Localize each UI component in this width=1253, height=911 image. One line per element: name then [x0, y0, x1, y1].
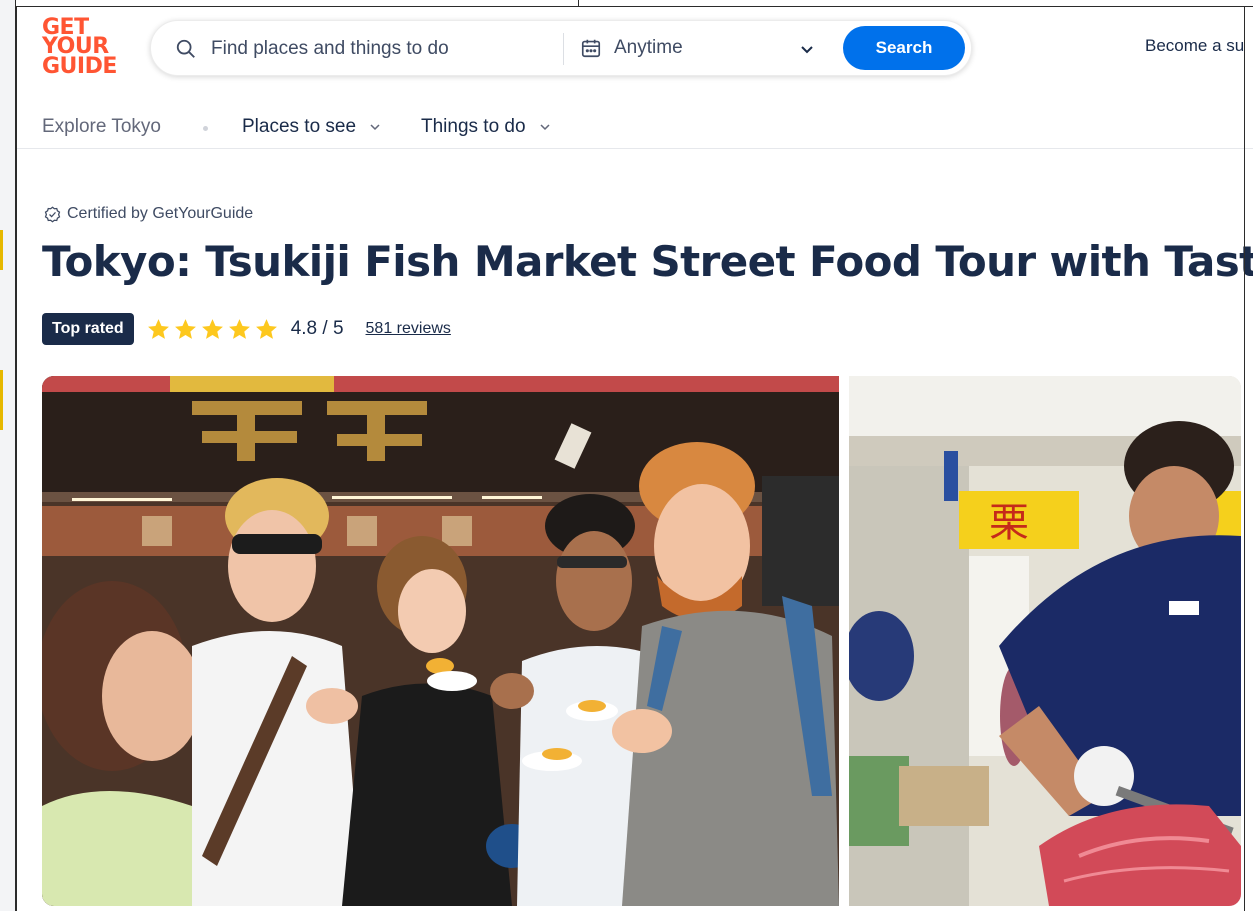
become-supplier-link[interactable]: Become a su: [1145, 36, 1244, 56]
certified-check-icon: [44, 205, 61, 223]
sub-navigation: Explore Tokyo Places to see Things to do: [17, 107, 1253, 149]
star-icon: [228, 318, 250, 339]
breadcrumb-separator: [203, 126, 208, 131]
browser-window: GET YOUR GUIDE Anytime: [16, 6, 1253, 911]
background-window-edge: [0, 0, 16, 911]
star-icon: [147, 318, 169, 339]
rating-value: 4.8 / 5: [290, 318, 344, 339]
window-right-border: [1244, 6, 1245, 911]
reviews-link[interactable]: 581 reviews: [366, 320, 451, 338]
search-icon: [176, 39, 195, 58]
nav-things-label: Things to do: [421, 116, 526, 137]
calendar-icon: [581, 39, 601, 58]
chef-cutting-tuna-photo: 栗: [849, 376, 1241, 906]
star-icon: [201, 318, 223, 339]
gallery-side-photo[interactable]: 栗: [849, 376, 1241, 906]
tour-group-photo: [42, 376, 839, 906]
nav-places-to-see[interactable]: Places to see: [242, 116, 381, 138]
chevron-down-icon[interactable]: [799, 41, 815, 57]
getyourguide-logo[interactable]: GET YOUR GUIDE: [42, 16, 122, 77]
date-picker-label[interactable]: Anytime: [614, 37, 683, 59]
page-title: Tokyo: Tsukiji Fish Market Street Food T…: [42, 237, 1253, 286]
site-header: GET YOUR GUIDE Anytime: [17, 7, 1253, 87]
certified-label: Certified by GetYourGuide: [44, 205, 253, 223]
certified-text: Certified by GetYourGuide: [67, 205, 254, 222]
rating-row: Top rated 4.8 / 5 581 reviews: [42, 313, 451, 345]
search-bar: Anytime Search: [150, 20, 972, 76]
nav-places-label: Places to see: [242, 116, 357, 137]
svg-text:栗: 栗: [989, 500, 1029, 546]
search-input[interactable]: [211, 35, 551, 63]
background-highlight: [0, 230, 3, 270]
breadcrumb-explore-tokyo[interactable]: Explore Tokyo: [42, 116, 161, 138]
search-divider: [563, 33, 564, 65]
star-icon: [255, 318, 277, 339]
search-button[interactable]: Search: [843, 26, 965, 70]
star-icon: [174, 318, 196, 339]
background-highlight: [0, 370, 3, 430]
chevron-down-icon: [540, 124, 550, 131]
chevron-down-icon: [370, 124, 380, 131]
gallery-main-photo[interactable]: [42, 376, 839, 906]
star-rating: [146, 317, 279, 342]
top-rated-badge: Top rated: [42, 313, 134, 345]
nav-things-to-do[interactable]: Things to do: [421, 116, 551, 138]
